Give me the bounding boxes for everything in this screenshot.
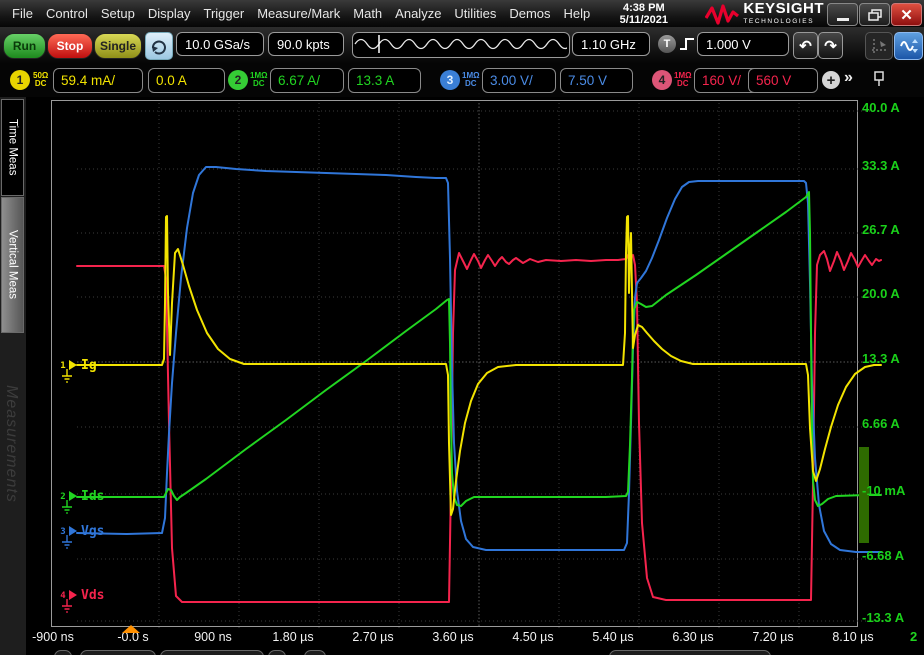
y-axis-label: -10 mA	[862, 483, 905, 498]
y-axis-label: 40.0 A	[862, 100, 900, 115]
x-axis-label: 5.40 µs	[581, 630, 645, 644]
y-axis-label: 20.0 A	[862, 286, 900, 301]
bottom-stub	[304, 650, 326, 655]
channel-2-position-marker[interactable]	[69, 491, 77, 501]
y-axis-label: 6.66 A	[862, 416, 900, 431]
x-axis-label: 2.70 µs	[341, 630, 405, 644]
scope-plot: 4 Vds 3 Vgs 2 Ids 1 Ig	[26, 3, 924, 655]
graticule[interactable]: 4 Vds 3 Vgs 2 Ids 1 Ig	[51, 100, 858, 627]
tab-vertical-meas[interactable]: Vertical Meas	[1, 197, 24, 333]
y-axis-label: 26.7 A	[862, 222, 900, 237]
bottom-stub	[268, 650, 286, 655]
channel-3-position-marker[interactable]	[69, 526, 77, 536]
waveform-display: 4 Vds 3 Vgs 2 Ids 1 Ig 40.0 A 33.3 A 26.7 A 20.0 A…	[26, 97, 924, 655]
y-axis-label: 33.3 A	[862, 158, 900, 173]
tab-time-meas[interactable]: Time Meas	[1, 99, 24, 196]
bottom-stub	[160, 650, 264, 655]
x-axis-label: 3.60 µs	[421, 630, 485, 644]
left-sidebar: Time Meas Vertical Meas Measurements	[0, 97, 28, 655]
channel-3-marker-number: 3	[60, 527, 65, 537]
x-axis-label: 4.50 µs	[501, 630, 565, 644]
measurements-watermark: Measurements	[2, 385, 20, 503]
x-axis-label: -900 ns	[21, 630, 85, 644]
bottom-stub	[54, 650, 72, 655]
bottom-panel-edge	[26, 648, 924, 655]
channel-1-position-marker[interactable]	[69, 360, 77, 370]
y-axis-label: 13.3 A	[862, 351, 900, 366]
x-axis-label: 900 ns	[181, 630, 245, 644]
y-axis-label: -6.68 A	[862, 548, 904, 563]
y-axis-label: -13.3 A	[862, 610, 904, 625]
x-axis-label: 6.30 µs	[661, 630, 725, 644]
channel-1-marker-number: 1	[60, 361, 65, 371]
x-axis-label: 1.80 µs	[261, 630, 325, 644]
trigger-marker-icon[interactable]	[122, 625, 140, 633]
x-axis-label: 7.20 µs	[741, 630, 805, 644]
axis-channel-indicator: 2	[910, 629, 917, 644]
bottom-stub	[609, 650, 771, 655]
channel-4-marker-number: 4	[60, 591, 66, 601]
channel-2-marker-number: 2	[60, 492, 65, 502]
channel-4-position-marker[interactable]	[69, 590, 77, 600]
bottom-stub	[80, 650, 156, 655]
trace-label-vds: Vds	[81, 588, 104, 603]
trace-label-ig: Ig	[81, 358, 97, 373]
trace-label-ids: Ids	[81, 489, 104, 504]
x-axis-label: 8.10 µs	[821, 630, 885, 644]
oscilloscope-screen: FileControlSetupDisplayTriggerMeasure/Ma…	[0, 0, 924, 655]
trace-label-vgs: Vgs	[81, 524, 104, 539]
